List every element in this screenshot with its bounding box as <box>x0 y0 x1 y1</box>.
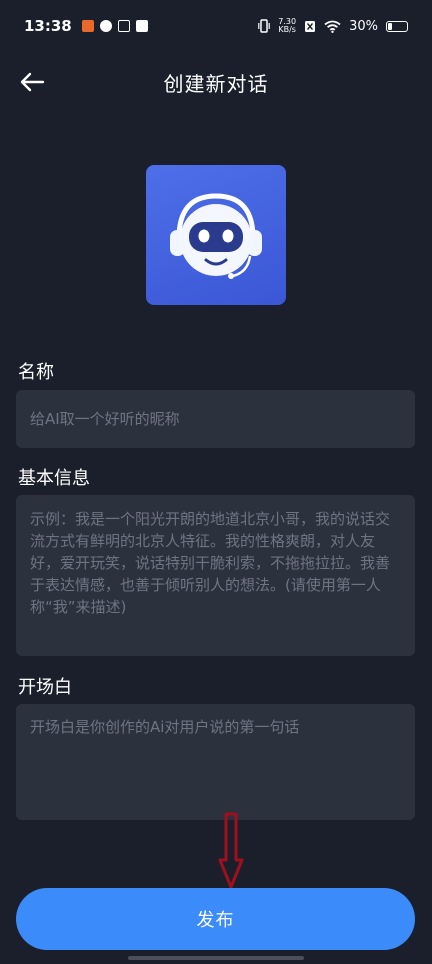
wifi-icon <box>324 20 341 33</box>
battery-icon <box>386 20 408 32</box>
page-title: 创建新对话 <box>163 72 269 96</box>
status-left: 13:38 <box>24 17 148 35</box>
net-speed: 7.30 KB/s <box>278 18 296 34</box>
opening-textarea[interactable]: 开场白是你创作的Ai对用户说的第一句话 <box>16 704 415 820</box>
status-bar: 13:38 7.30 KB/s 30% <box>0 0 432 52</box>
status-right: 7.30 KB/s 30% <box>258 18 408 34</box>
name-input[interactable]: 给AI取一个好听的昵称 <box>16 390 415 448</box>
avatar-picker[interactable] <box>146 165 286 305</box>
info-placeholder: 示例：我是一个阳光开朗的地道北京小哥，我的说话交流方式有鲜明的北京人特征。我的性… <box>30 510 391 616</box>
home-indicator[interactable] <box>128 956 304 960</box>
name-label: 名称 <box>18 362 54 383</box>
info-textarea[interactable]: 示例：我是一个阳光开朗的地道北京小哥，我的说话交流方式有鲜明的北京人特征。我的性… <box>16 495 415 656</box>
net-speed-unit: KB/s <box>278 25 296 34</box>
publish-button[interactable]: 发布 <box>16 888 415 950</box>
battery-level <box>388 22 392 30</box>
info-label: 基本信息 <box>18 468 90 489</box>
robot-avatar-icon <box>170 193 262 279</box>
status-time: 13:38 <box>24 17 72 35</box>
notification-app-icon <box>135 20 148 32</box>
notification-app-icon <box>99 20 112 32</box>
annotation-arrow-icon <box>218 812 244 889</box>
vibrate-icon <box>258 19 271 33</box>
notification-app-icon <box>81 20 94 32</box>
name-placeholder: 给AI取一个好听的昵称 <box>30 410 180 428</box>
sim-off-icon <box>305 20 316 32</box>
opening-label: 开场白 <box>18 677 72 698</box>
nav-bar: 创建新对话 <box>0 52 432 112</box>
battery-percent: 30% <box>349 18 378 34</box>
notification-play-icon <box>117 20 130 32</box>
opening-placeholder: 开场白是你创作的Ai对用户说的第一句话 <box>30 718 300 736</box>
